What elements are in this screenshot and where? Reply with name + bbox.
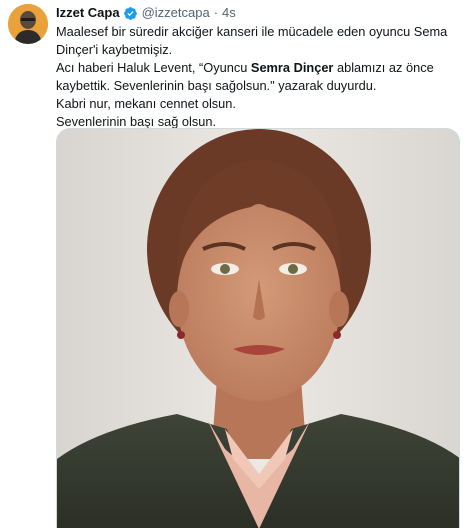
tweet[interactable]: Izzet Capa @izzetcapa · 4s Maalesef bir …	[0, 0, 468, 528]
portrait-photo-image	[57, 129, 459, 528]
tweet-header: Izzet Capa @izzetcapa · 4s	[56, 4, 236, 22]
header-separator: ·	[213, 5, 219, 20]
tweet-text-segment: Acı haberi Haluk Levent, “Oyuncu	[56, 60, 251, 75]
author-display-name[interactable]: Izzet Capa	[56, 4, 120, 22]
tweet-text-line: Maalesef bir süredir akciğer kanseri ile…	[56, 24, 448, 57]
author-handle[interactable]: @izzetcapa	[142, 4, 210, 22]
tweet-text-bold-name: Semra Dinçer	[250, 60, 334, 75]
author-avatar[interactable]	[8, 4, 48, 44]
tweet-photo[interactable]	[56, 128, 460, 528]
avatar-image	[8, 4, 48, 44]
verified-badge-icon	[123, 6, 138, 21]
tweet-timestamp[interactable]: 4s	[222, 4, 236, 22]
tweet-text-line: Acı haberi Haluk Levent, “Oyuncu Semra D…	[56, 59, 456, 95]
tweet-text-line: Kabri nur, mekanı cennet olsun.	[56, 96, 236, 111]
tweet-text: Maalesef bir süredir akciğer kanseri ile…	[56, 23, 456, 131]
